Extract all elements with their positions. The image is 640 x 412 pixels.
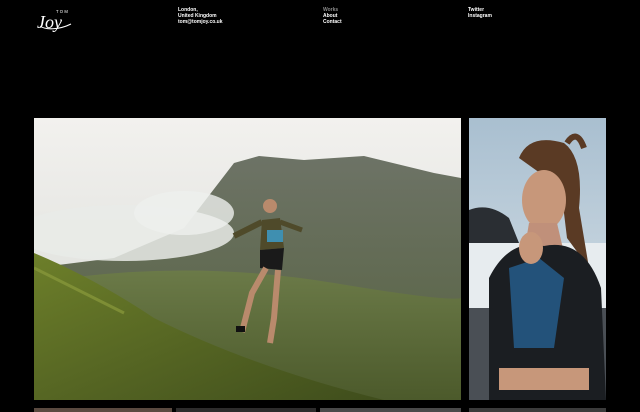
- trail-runner-mountain-photo[interactable]: [34, 118, 461, 400]
- email-link[interactable]: tom@tomjoy.co.uk: [178, 19, 223, 25]
- gallery-thumbnail[interactable]: [469, 408, 606, 412]
- site-header: TOM Joy London, United Kingdom tom@tomjo…: [0, 0, 640, 40]
- signature-logo-icon[interactable]: TOM Joy: [36, 6, 74, 32]
- logo-signature-graphic: TOM Joy: [37, 9, 72, 32]
- social-links: Twitter Instagram: [468, 7, 492, 19]
- gallery-thumbnail[interactable]: [176, 408, 316, 412]
- nav-link-contact[interactable]: Contact: [323, 19, 342, 25]
- main-nav: Works About Contact: [323, 7, 342, 26]
- contact-address: London, United Kingdom tom@tomjoy.co.uk: [178, 7, 223, 26]
- gallery-thumbnail[interactable]: [320, 408, 461, 412]
- photo-gallery: [0, 118, 640, 412]
- portrait-photo-icon: [469, 118, 606, 400]
- gallery-thumbnail[interactable]: [34, 408, 172, 412]
- landscape-photo-icon: [34, 118, 461, 400]
- athlete-portrait-photo[interactable]: [469, 118, 606, 400]
- instagram-link[interactable]: Instagram: [468, 13, 492, 19]
